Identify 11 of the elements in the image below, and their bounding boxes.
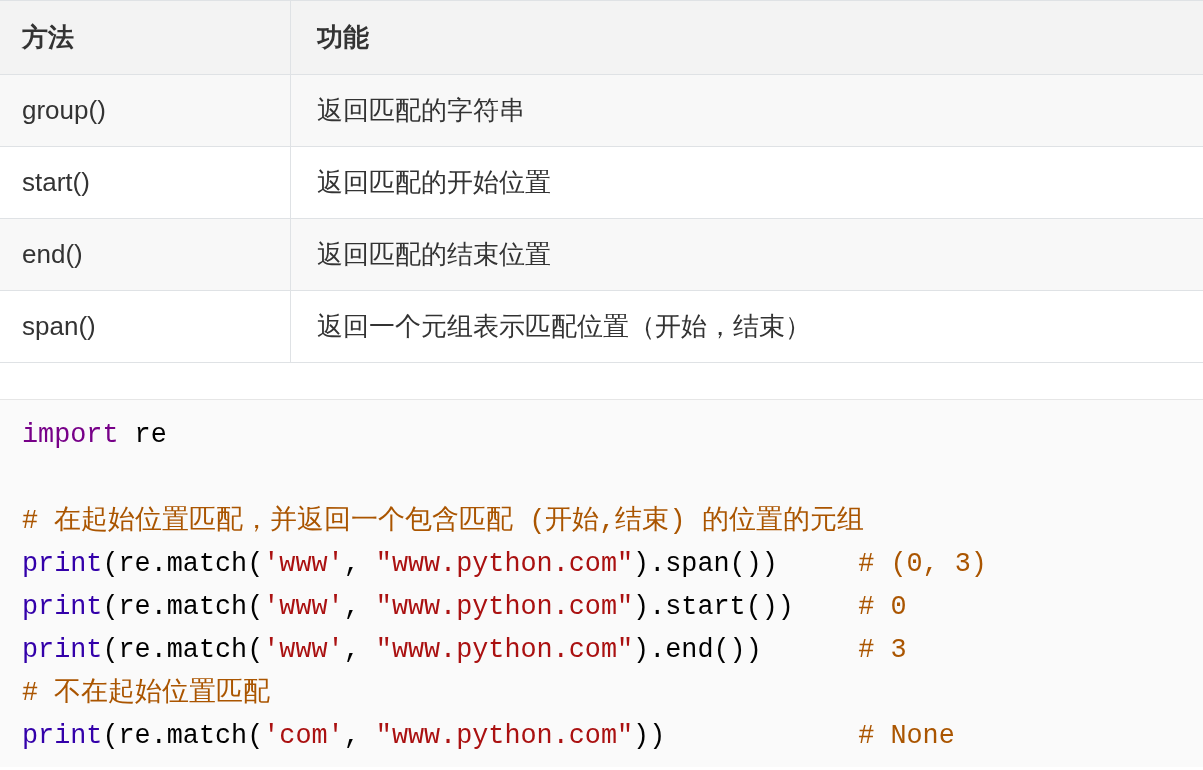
column-header: 方法 bbox=[0, 0, 291, 75]
table-cell: end() bbox=[0, 218, 291, 291]
code-block: import re # 在起始位置匹配，并返回一个包含匹配 (开始,结束) 的位置的元组 print(re.match('www', "www.python.com").span()) # (0, 3) print(re.match('www', "www.python.com").start()) # 0 print(re.match('www', "www.python.com").end()) # 3 # 不在起始位置匹配 print(re.match('com', "www.python.com")) # None bbox=[0, 399, 1203, 767]
table-cell: 返回匹配的结束位置 bbox=[290, 218, 1203, 291]
table-cell: 返回匹配的开始位置 bbox=[290, 146, 1203, 219]
table-cell: group() bbox=[0, 74, 291, 147]
table-cell: start() bbox=[0, 146, 291, 219]
table-cell: 返回匹配的字符串 bbox=[290, 74, 1203, 147]
table-cell: span() bbox=[0, 290, 291, 363]
column-header: 功能 bbox=[290, 0, 1203, 75]
table-cell: 返回一个元组表示匹配位置（开始，结束） bbox=[290, 290, 1203, 363]
